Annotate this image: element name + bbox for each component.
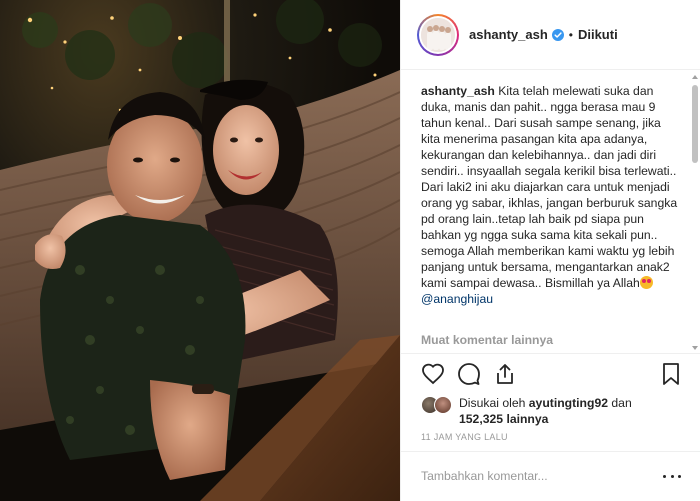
bookmark-icon[interactable] [659, 362, 683, 386]
liker-avatars [421, 396, 457, 416]
likes-section: Disukai oleh ayutingting92 dan 152,325 l… [421, 393, 681, 429]
post-actions [421, 362, 687, 390]
post-header: ashanty_ash • Diikuti [401, 0, 700, 70]
heart-icon[interactable] [421, 362, 445, 386]
comment-bubble-icon[interactable] [457, 362, 481, 386]
load-more-comments-link[interactable]: Muat komentar lainnya [421, 333, 553, 347]
caption-section: ashanty_ash Kita telah melewati suka dan… [401, 71, 700, 354]
caption: ashanty_ash Kita telah melewati suka dan… [421, 83, 681, 307]
caption-username[interactable]: ashanty_ash [421, 84, 495, 98]
likes-conjunction: dan [611, 396, 632, 410]
post-side-panel: ashanty_ash • Diikuti ashanty_ash Kita t… [400, 0, 700, 501]
likes-summary: Disukai oleh ayutingting92 dan 152,325 l… [459, 395, 681, 427]
comment-input[interactable] [421, 466, 641, 486]
liker-avatar[interactable] [434, 396, 452, 414]
caption-body: Kita telah melewati suka dan duka, manis… [421, 84, 678, 290]
post-username[interactable]: ashanty_ash [469, 27, 548, 42]
verified-badge-icon [551, 28, 564, 41]
more-options-icon[interactable] [663, 466, 681, 486]
share-icon[interactable] [493, 362, 517, 386]
likes-count-link[interactable]: 152,325 lainnya [459, 412, 548, 426]
scroll-down-arrow-icon[interactable] [692, 346, 698, 350]
emoji-heart-eyes-icon [639, 276, 653, 289]
follow-button[interactable]: Diikuti [578, 27, 618, 42]
scroll-up-arrow-icon[interactable] [692, 75, 698, 79]
likes-prefix: Disukai oleh [459, 396, 526, 410]
avatar-image [421, 17, 455, 52]
photo-illustration [0, 0, 400, 501]
liker-username-link[interactable]: ayutingting92 [529, 396, 608, 410]
scrollbar-thumb[interactable] [692, 85, 698, 163]
post-photo[interactable] [0, 0, 400, 501]
avatar[interactable] [417, 13, 459, 56]
header-separator: • [568, 27, 573, 42]
add-comment-bar [401, 451, 700, 501]
post-timestamp[interactable]: 11 JAM YANG LALU [421, 432, 508, 442]
caption-mention-link[interactable]: @ananghijau [421, 292, 493, 306]
caption-scrollbar[interactable] [691, 75, 699, 350]
